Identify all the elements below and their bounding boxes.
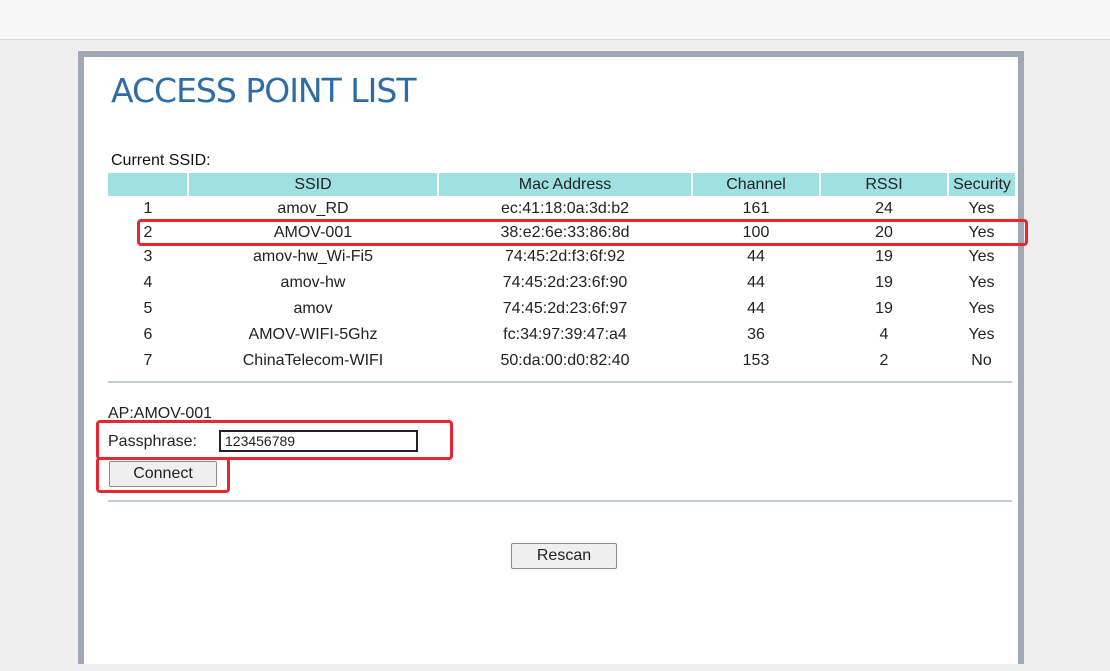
browser-top-bar (0, 0, 1110, 40)
selected-ap-label: AP:AMOV-001 (108, 405, 213, 422)
passphrase-label: Passphrase: (108, 433, 197, 450)
connect-button[interactable]: Connect (109, 461, 217, 487)
divider (108, 381, 1012, 383)
rescan-button[interactable]: Rescan (511, 543, 617, 569)
row-number: 3 (143, 248, 153, 265)
mac-address-cell: fc:34:97:39:47:a4 (503, 326, 627, 343)
security-cell: Yes (968, 248, 995, 265)
divider (108, 500, 1012, 502)
rssi-cell: 19 (875, 248, 893, 265)
row-number: 7 (143, 352, 153, 369)
access-point-panel: ACCESS POINT LIST Current SSID: SSID Mac… (78, 51, 1028, 664)
channel-cell: 153 (742, 352, 770, 369)
table-row[interactable]: 7 ChinaTelecom-WIFI 50:da:00:d0:82:40 15… (108, 348, 1015, 374)
security-cell: Yes (968, 274, 995, 291)
column-header-mac-address: Mac Address (437, 173, 692, 196)
channel-cell: 44 (747, 248, 765, 265)
passphrase-input[interactable] (219, 430, 418, 452)
ssid-cell: ChinaTelecom-WIFI (242, 352, 384, 369)
ssid-cell: amov-hw_Wi-Fi5 (252, 248, 373, 265)
table-row[interactable]: 1 amov_RD ec:41:18:0a:3d:b2 161 24 Yes (108, 196, 1015, 222)
security-cell: No (971, 352, 992, 369)
ssid-cell: AMOV-WIFI-5Ghz (248, 326, 378, 343)
rssi-cell: 2 (879, 352, 889, 369)
mac-address-cell: 38:e2:6e:33:86:8d (500, 224, 630, 241)
table-row[interactable]: 4 amov-hw 74:45:2d:23:6f:90 44 19 Yes (108, 270, 1015, 296)
security-cell: Yes (968, 326, 995, 343)
rssi-cell: 20 (875, 224, 893, 241)
mac-address-cell: 50:da:00:d0:82:40 (500, 352, 630, 369)
rssi-cell: 19 (875, 274, 893, 291)
mac-address-cell: 74:45:2d:f3:6f:92 (504, 248, 626, 265)
column-header-channel: Channel (691, 173, 820, 196)
security-cell: Yes (968, 224, 995, 241)
ssid-cell: amov_RD (277, 200, 349, 217)
channel-cell: 44 (747, 274, 765, 291)
table-row[interactable]: 5 amov 74:45:2d:23:6f:97 44 19 Yes (108, 296, 1015, 322)
row-number: 1 (143, 200, 153, 217)
column-header-number (108, 173, 188, 196)
table-header-row: SSID Mac Address Channel RSSI Security (108, 173, 1015, 196)
rssi-cell: 24 (875, 200, 893, 217)
channel-cell: 36 (747, 326, 765, 343)
table-row[interactable]: 6 AMOV-WIFI-5Ghz fc:34:97:39:47:a4 36 4 … (108, 322, 1015, 348)
page-title: ACCESS POINT LIST (111, 71, 416, 110)
row-number: 6 (143, 326, 153, 343)
access-point-table: SSID Mac Address Channel RSSI Security 1… (108, 173, 1015, 374)
column-header-security: Security (947, 173, 1015, 196)
mac-address-cell: ec:41:18:0a:3d:b2 (500, 200, 630, 217)
rssi-cell: 4 (879, 326, 889, 343)
security-cell: Yes (968, 300, 995, 317)
channel-cell: 100 (742, 224, 770, 241)
table-row[interactable]: 3 amov-hw_Wi-Fi5 74:45:2d:f3:6f:92 44 19… (108, 244, 1015, 270)
row-number: 4 (143, 274, 153, 291)
channel-cell: 161 (742, 200, 770, 217)
rssi-cell: 19 (875, 300, 893, 317)
ssid-cell: AMOV-001 (273, 224, 353, 241)
security-cell: Yes (968, 200, 995, 217)
mac-address-cell: 74:45:2d:23:6f:90 (502, 274, 628, 291)
column-header-ssid: SSID (187, 173, 438, 196)
row-number: 2 (143, 224, 153, 241)
column-header-rssi: RSSI (819, 173, 948, 196)
channel-cell: 44 (747, 300, 765, 317)
ssid-cell: amov-hw (280, 274, 346, 291)
current-ssid-label: Current SSID: (111, 152, 211, 169)
row-number: 5 (143, 300, 153, 317)
mac-address-cell: 74:45:2d:23:6f:97 (502, 300, 628, 317)
table-row-selected[interactable]: 2 AMOV-001 38:e2:6e:33:86:8d 100 20 Yes (108, 222, 1015, 244)
ssid-cell: amov (293, 300, 333, 317)
